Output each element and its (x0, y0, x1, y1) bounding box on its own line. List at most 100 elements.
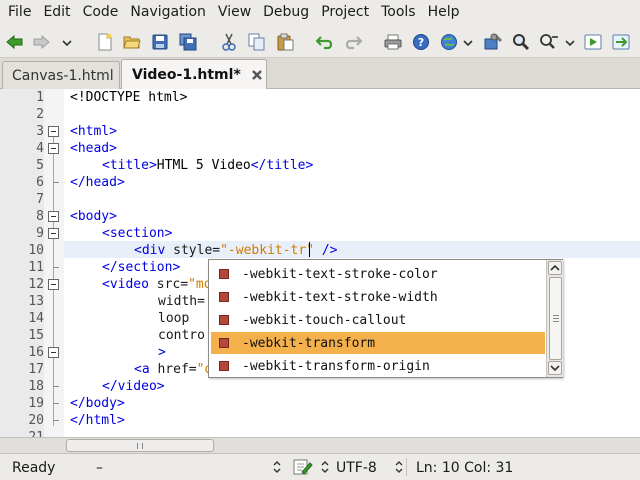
code-line-10: <div style="-webkit-tr" /> (134, 242, 338, 259)
help-icon[interactable]: ? (410, 31, 432, 53)
browser-preview-icon[interactable] (438, 31, 460, 53)
grip-icon (137, 443, 143, 449)
fold-toggle-head[interactable] (48, 143, 59, 154)
css-property-icon (219, 292, 229, 302)
tab-label: Video-1.html* (132, 67, 241, 83)
code-line-9: <section> (102, 225, 172, 242)
status-spinner-icon[interactable] (272, 459, 282, 479)
completion-item[interactable]: -webkit-touch-callout (211, 309, 545, 331)
code-line-20: </html> (70, 412, 125, 429)
controls-attribute: contro (158, 328, 205, 343)
open-folder-icon[interactable] (121, 31, 143, 53)
browser-dropdown-icon[interactable] (463, 35, 473, 49)
menu-edit[interactable]: Edit (37, 0, 76, 25)
line-number: 15 (28, 328, 44, 343)
completion-item-label: -webkit-transform-origin (242, 358, 430, 374)
scroll-down-arrow-icon[interactable] (548, 361, 562, 375)
body-close-tag: </body> (70, 396, 125, 411)
menu-bar: File Edit Code Navigation View Debug Pro… (0, 0, 640, 25)
horizontal-scrollbar-thumb[interactable] (66, 439, 214, 452)
menu-tools[interactable]: Tools (375, 0, 422, 25)
scroll-up-arrow-icon[interactable] (548, 261, 562, 275)
find-replace-icon[interactable] (538, 31, 560, 53)
completion-item-selected[interactable]: -webkit-transform (211, 332, 545, 354)
fold-end-marker (53, 420, 59, 421)
back-arrow-icon[interactable] (4, 31, 26, 53)
print-icon[interactable] (382, 31, 404, 53)
completion-item[interactable]: -webkit-transform-origin (211, 355, 545, 377)
line-number: 5 (36, 158, 44, 173)
status-spinner-icon[interactable] (320, 459, 330, 479)
menu-navigation[interactable]: Navigation (124, 0, 212, 25)
status-separator (406, 458, 407, 476)
paste-icon[interactable] (274, 31, 296, 53)
new-file-icon[interactable] (94, 31, 116, 53)
completion-scrollbar[interactable] (546, 260, 563, 377)
fold-end-marker (53, 182, 59, 183)
head-close-tag: </head> (70, 175, 125, 190)
href-attribute: href= (149, 362, 197, 377)
cut-icon[interactable] (218, 31, 240, 53)
line-number: 11 (28, 260, 44, 275)
menu-debug[interactable]: Debug (257, 0, 315, 25)
code-line-1: <!DOCTYPE html> (70, 89, 187, 106)
run-icon[interactable] (582, 31, 604, 53)
fold-toggle-html[interactable] (48, 126, 59, 137)
completion-item[interactable]: -webkit-text-stroke-color (211, 263, 545, 285)
fold-toggle-video-open[interactable] (48, 347, 59, 358)
save-icon[interactable] (149, 31, 171, 53)
completion-item-label: -webkit-transform (242, 335, 376, 351)
horizontal-scrollbar[interactable] (0, 437, 640, 453)
undo-icon[interactable] (314, 31, 336, 53)
tab-label: Canvas-1.html (12, 67, 114, 84)
code-line-16: > (158, 344, 166, 361)
line-number: 16 (28, 345, 44, 360)
code-line-13: width= (158, 293, 205, 310)
line-number-gutter: 1 2 3 4 5 6 7 8 9 10 11 12 13 14 15 16 1… (0, 89, 44, 437)
menu-code[interactable]: Code (77, 0, 125, 25)
completion-item[interactable]: -webkit-text-stroke-width (211, 286, 545, 308)
code-line-8: <body> (70, 208, 117, 225)
close-tab-icon[interactable] (251, 69, 263, 81)
edit-document-icon (293, 458, 313, 480)
line-number: 13 (28, 294, 44, 309)
status-encoding[interactable]: UTF-8 (336, 460, 377, 476)
menu-view-label: View (217, 4, 252, 20)
fold-toggle-section[interactable] (48, 228, 59, 239)
code-line-4: <head> (70, 140, 117, 157)
run-options-icon[interactable] (610, 31, 632, 53)
head-open-tag: <head> (70, 141, 117, 156)
style-value: "-webkit-tr" (220, 243, 315, 258)
tab-video-1[interactable]: Video-1.html* (121, 59, 267, 90)
save-all-icon[interactable] (177, 31, 199, 53)
copy-icon[interactable] (246, 31, 268, 53)
line-number: 19 (28, 396, 44, 411)
menu-help-label: Help (427, 4, 460, 20)
line-number: 17 (28, 362, 44, 377)
status-cursor-position: Ln: 10 Col: 31 (416, 460, 514, 476)
fold-toggle-body[interactable] (48, 211, 59, 222)
loop-attribute: loop (158, 311, 190, 326)
menu-file[interactable]: File (2, 0, 37, 25)
line-number: 21 (8, 429, 44, 437)
scrollbar-thumb[interactable] (549, 277, 562, 360)
menu-help[interactable]: Help (422, 0, 466, 25)
settings-tool-icon[interactable] (482, 31, 504, 53)
search-icon[interactable] (510, 31, 532, 53)
status-state: Ready (12, 460, 56, 476)
menu-project[interactable]: Project (315, 0, 375, 25)
completion-item-label: -webkit-text-stroke-color (242, 266, 438, 282)
find-dropdown-icon[interactable] (565, 35, 575, 49)
title-open-tag: <title> (102, 158, 157, 173)
text-caret (309, 242, 310, 257)
tab-canvas-1[interactable]: Canvas-1.html (2, 61, 120, 89)
section-open-tag: <section> (102, 226, 173, 241)
forward-arrow-icon[interactable] (30, 31, 52, 53)
redo-icon[interactable] (342, 31, 364, 53)
line-number: 8 (36, 209, 44, 224)
status-spinner-icon[interactable] (394, 459, 404, 479)
history-dropdown-icon[interactable] (62, 35, 72, 49)
fold-toggle-video[interactable] (48, 279, 59, 290)
line-number: 6 (36, 175, 44, 190)
menu-view[interactable]: View (212, 0, 257, 25)
